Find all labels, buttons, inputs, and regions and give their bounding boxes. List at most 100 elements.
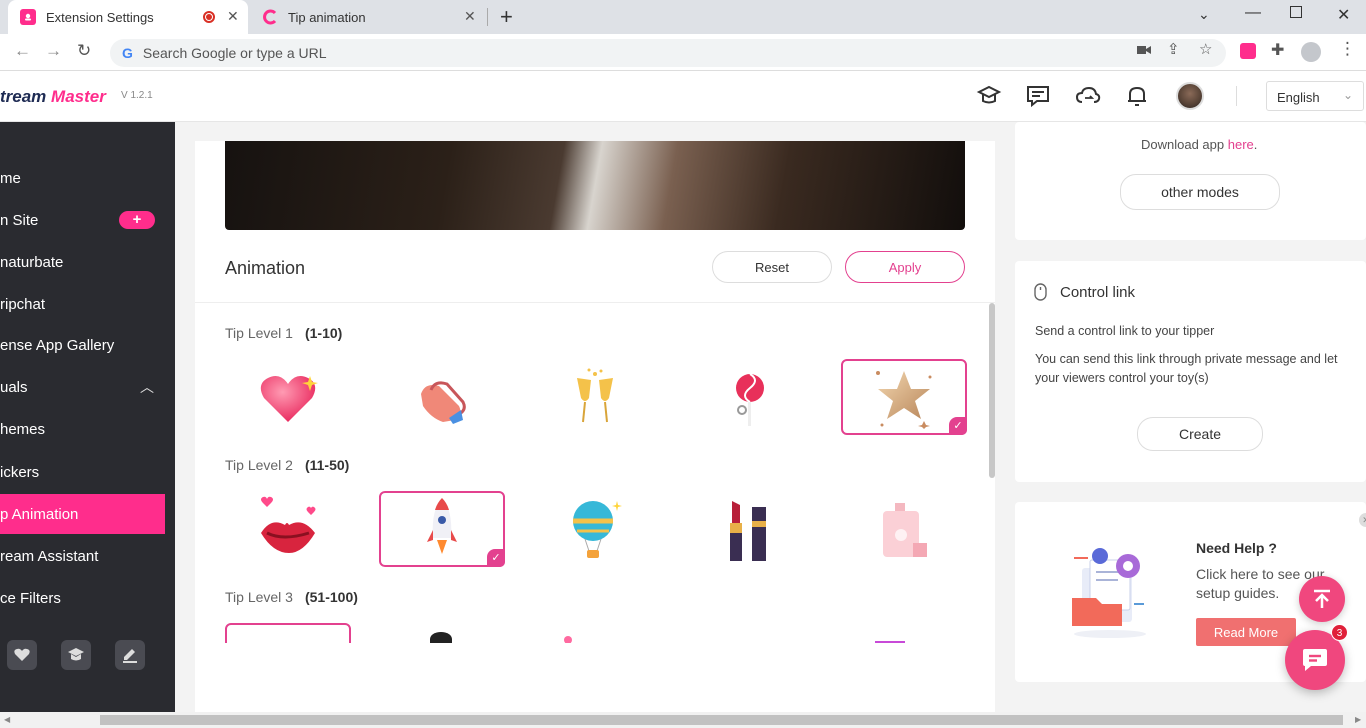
- extension-favicon-icon: [20, 9, 36, 25]
- anim-level3-selected[interactable]: [225, 623, 351, 643]
- anim-kiss[interactable]: [225, 492, 351, 568]
- sidebar-item-label: uals: [0, 378, 28, 396]
- new-tab-icon[interactable]: +: [500, 4, 513, 30]
- sidebar-item-label: hemes: [0, 420, 46, 438]
- bookmark-star-icon[interactable]: ☆: [1199, 40, 1212, 58]
- anim-star-selected[interactable]: ✓: [841, 359, 967, 435]
- create-button[interactable]: Create: [1137, 417, 1263, 451]
- rocket-icon: [427, 498, 457, 554]
- sidebar-item-home[interactable]: me: [0, 158, 175, 198]
- sidebar-item-stripchat[interactable]: ripchat: [0, 284, 175, 324]
- anim-level3-item[interactable]: [564, 636, 572, 643]
- animation-scrollbar[interactable]: [989, 303, 995, 478]
- selected-check-icon: ✓: [487, 549, 505, 567]
- tab-separator: [487, 8, 488, 26]
- anim-lollipop[interactable]: [685, 360, 811, 436]
- tip-level-2-label: Tip Level 2 (11-50): [225, 457, 350, 473]
- chevron-down-icon: ⌄: [1342, 88, 1353, 102]
- scroll-right-icon[interactable]: ▶: [1355, 715, 1361, 724]
- close-tab-icon[interactable]: ✕: [464, 8, 476, 25]
- omnibox[interactable]: G Search Google or type a URL: [110, 39, 1226, 67]
- share-icon[interactable]: ⇪: [1167, 40, 1180, 58]
- anim-level3-item[interactable]: [430, 632, 452, 643]
- anim-heart[interactable]: [225, 360, 351, 436]
- sidebar-item-label: ce Filters: [0, 589, 61, 607]
- arrow-up-icon: [1314, 589, 1330, 608]
- perfume-icon: [883, 503, 927, 557]
- menu-icon[interactable]: ⋮: [1339, 39, 1356, 59]
- camera-icon[interactable]: [1137, 43, 1151, 60]
- add-site-button[interactable]: +: [119, 211, 155, 229]
- cloud-sync-icon[interactable]: [1075, 83, 1101, 109]
- close-window-icon[interactable]: ✕: [1337, 5, 1350, 25]
- browser-tab-bar: Extension Settings ✕ Tip animation ✕ + ⌄…: [0, 0, 1366, 34]
- reset-button[interactable]: Reset: [712, 251, 832, 283]
- scroll-left-icon[interactable]: ◀: [4, 715, 10, 724]
- anim-perfume[interactable]: [838, 492, 964, 568]
- tip-level-3-row: [225, 623, 995, 643]
- apply-button[interactable]: Apply: [845, 251, 965, 283]
- anim-balloon[interactable]: [532, 492, 658, 568]
- download-link[interactable]: here: [1228, 137, 1254, 152]
- horizontal-scrollbar-thumb[interactable]: [100, 715, 1343, 725]
- other-modes-button[interactable]: other modes: [1120, 174, 1280, 210]
- minimize-icon[interactable]: —: [1245, 4, 1261, 22]
- sidebar-item-label: ense App Gallery: [0, 336, 115, 354]
- lollipop-icon: [736, 373, 764, 426]
- tab-title: Extension Settings: [46, 9, 154, 25]
- tab-search-chevron-down-icon[interactable]: ⌄: [1198, 6, 1210, 23]
- message-icon[interactable]: [1025, 83, 1051, 109]
- brand-logo: tream Master: [0, 87, 106, 106]
- anim-clap[interactable]: [378, 360, 504, 436]
- graduation-cap-icon[interactable]: [61, 640, 91, 670]
- extension-icon[interactable]: [1240, 43, 1256, 59]
- back-icon[interactable]: ←: [14, 41, 31, 61]
- reload-icon[interactable]: ↻: [77, 41, 91, 61]
- tab-tip-animation[interactable]: Tip animation ✕: [250, 0, 486, 34]
- close-help-icon[interactable]: ✕: [1359, 513, 1366, 527]
- omnibox-placeholder: Search Google or type a URL: [142, 45, 327, 61]
- sidebar-item-tip-animation[interactable]: p Animation: [0, 494, 165, 534]
- graduation-cap-icon[interactable]: [976, 83, 1002, 109]
- sidebar-item-visuals[interactable]: uals ︿: [0, 367, 175, 407]
- sidebar-item-label: ripchat: [0, 295, 46, 313]
- app-header: tream Master V 1.2.1 English ⌄: [0, 71, 1366, 122]
- bell-icon[interactable]: [1124, 83, 1150, 109]
- avatar[interactable]: [1176, 82, 1204, 110]
- heart-sticker-icon: [260, 376, 318, 422]
- restore-icon[interactable]: [1290, 6, 1302, 18]
- sidebar-item-stream-assistant[interactable]: ream Assistant: [0, 536, 175, 576]
- control-link-desc-2: You can send this link through private m…: [1035, 352, 1338, 385]
- animation-preview-image: [225, 141, 965, 230]
- help-title: Need Help ?: [1196, 540, 1277, 556]
- anim-rocket-selected[interactable]: ✓: [379, 491, 505, 567]
- heart-icon[interactable]: [7, 640, 37, 670]
- language-select[interactable]: English ⌄: [1266, 81, 1364, 111]
- google-icon: G: [122, 45, 133, 61]
- close-tab-icon[interactable]: ✕: [227, 8, 239, 25]
- selected-check-icon: ✓: [949, 417, 967, 435]
- read-more-button[interactable]: Read More: [1196, 618, 1296, 646]
- sidebar-item-themes[interactable]: hemes: [0, 409, 175, 449]
- mouse-icon: [1034, 283, 1047, 306]
- champagne-icon: [577, 368, 613, 423]
- recording-icon: [203, 11, 215, 23]
- sidebar-item-app-gallery[interactable]: ense App Gallery: [0, 325, 175, 365]
- tab-extension-settings[interactable]: Extension Settings ✕: [8, 0, 248, 34]
- anim-champagne[interactable]: [532, 360, 658, 436]
- anim-lipstick[interactable]: [685, 492, 811, 568]
- puzzle-icon[interactable]: ✚: [1271, 40, 1284, 60]
- sidebar-item-label: me: [0, 169, 21, 187]
- help-illustration: [1062, 540, 1158, 645]
- profile-icon[interactable]: [1301, 42, 1321, 62]
- scroll-to-top-button[interactable]: [1299, 576, 1345, 622]
- sidebar-item-label: n Site: [0, 211, 39, 229]
- sidebar-item-chaturbate[interactable]: naturbate: [0, 242, 175, 282]
- animation-title: Animation: [225, 258, 306, 278]
- sidebar-item-stickers[interactable]: ickers: [0, 452, 175, 492]
- sidebar-item-face-filters[interactable]: ce Filters: [0, 578, 175, 618]
- sidebar-item-label: ickers: [0, 463, 40, 481]
- edit-icon[interactable]: [115, 640, 145, 670]
- clapping-hands-icon: [421, 381, 466, 424]
- forward-icon[interactable]: →: [45, 41, 62, 61]
